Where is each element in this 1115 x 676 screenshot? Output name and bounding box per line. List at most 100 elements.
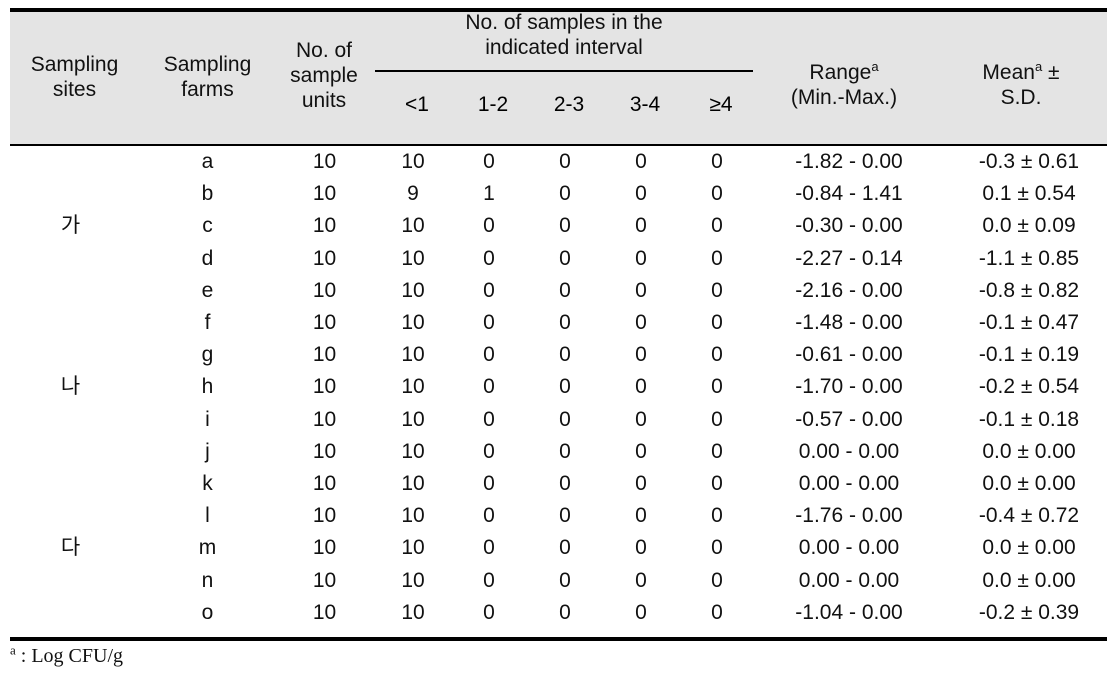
cell-sampling-site (0, 468, 141, 500)
cell-sampling-site (0, 339, 141, 371)
cell-interval-ge4: 0 (711, 343, 723, 367)
column-header-sampling-sites-line2: sites (52, 78, 97, 101)
cell-interval-3-4: 0 (635, 311, 647, 335)
cell-interval-1-2: 0 (483, 407, 495, 431)
cell-sampling-farm: m (198, 536, 217, 560)
column-header-interval-2-3: 2-3 (553, 93, 585, 116)
cell-range: -0.61 - 0.00 (795, 343, 903, 367)
cell-interval-1-2: 0 (483, 600, 495, 624)
table-footnote: a : Log CFU/g (10, 643, 124, 668)
cell-sampling-farm: g (201, 343, 214, 367)
cell-interval-3-4: 0 (635, 343, 647, 367)
column-header-sampling-farms: Sampling farms (141, 52, 274, 102)
column-header-interval-3-4: 3-4 (629, 93, 661, 116)
cell-interval-2-3: 0 (559, 246, 571, 270)
cell-interval-lt1: 10 (401, 504, 425, 528)
cell-interval-ge4: 0 (711, 311, 723, 335)
cell-mean-sd: 0.1 ± 0.54 (982, 182, 1076, 206)
cell-interval-lt1: 10 (401, 246, 425, 270)
cell-interval-lt1: 10 (401, 214, 425, 238)
cell-interval-3-4: 0 (635, 182, 647, 206)
cell-interval-3-4: 0 (635, 246, 647, 270)
column-header-interval-ge4: ≥4 (709, 93, 733, 116)
table-bottom-rule (10, 637, 1107, 641)
cell-sampling-site: 가 (60, 214, 81, 238)
cell-sample-units: 10 (312, 150, 337, 174)
cell-interval-1-2: 0 (483, 246, 495, 270)
cell-sample-units: 10 (312, 343, 337, 367)
data-table: a 10 10 0 0 0 0 -1.82 - 0.00 -0.3 ± 0.61 b 10 9 1 0 0 0… (0, 146, 1115, 629)
cell-interval-lt1: 10 (401, 439, 425, 463)
cell-range: -0.57 - 0.00 (795, 407, 903, 431)
cell-mean-sd: -0.8 ± 0.82 (978, 278, 1080, 302)
cell-range: -1.48 - 0.00 (795, 311, 903, 335)
column-header-mean-line1: Meana ± (935, 60, 1107, 85)
cell-interval-1-2: 0 (483, 311, 495, 335)
cell-sampling-farm: o (201, 600, 214, 624)
cell-sampling-site (0, 564, 141, 596)
cell-sampling-farm: j (205, 439, 210, 463)
cell-sampling-farm: l (205, 504, 210, 528)
cell-interval-2-3: 0 (559, 407, 571, 431)
column-header-interval-1-2: 1-2 (477, 93, 509, 116)
footnote-text: : Log CFU/g (15, 645, 124, 667)
column-header-interval-lt1: <1 (405, 93, 429, 116)
cell-interval-ge4: 0 (711, 375, 723, 399)
table-row: e 10 10 0 0 0 0 -2.16 - 0.00 -0.8 ± 0.82 (0, 275, 1115, 307)
column-header-mean-plusminus: ± (1048, 61, 1060, 84)
cell-interval-3-4: 0 (635, 150, 647, 174)
cell-interval-2-3: 0 (559, 343, 571, 367)
cell-sampling-farm: f (204, 311, 211, 335)
column-header-range-line1: Rangea (753, 60, 935, 85)
table-row: n 10 10 0 0 0 0 0.00 - 0.00 0.0 ± 0.00 (0, 564, 1115, 596)
cell-interval-ge4: 0 (711, 568, 723, 592)
cell-interval-2-3: 0 (559, 439, 571, 463)
table-row: b 10 9 1 0 0 0 -0.84 - 1.41 0.1 ± 0.54 (0, 178, 1115, 210)
cell-interval-3-4: 0 (635, 375, 647, 399)
cell-interval-2-3: 0 (559, 504, 571, 528)
cell-interval-lt1: 10 (401, 343, 425, 367)
column-header-sampling-sites-line1: Sampling (30, 53, 119, 76)
cell-interval-ge4: 0 (711, 182, 723, 206)
cell-interval-2-3: 0 (559, 375, 571, 399)
column-header-sample-units-line3: units (301, 89, 347, 112)
cell-sample-units: 10 (312, 439, 337, 463)
cell-interval-ge4: 0 (711, 471, 723, 495)
cell-interval-ge4: 0 (711, 407, 723, 431)
cell-interval-1-2: 0 (483, 150, 495, 174)
cell-interval-2-3: 0 (559, 600, 571, 624)
cell-sample-units: 10 (312, 375, 337, 399)
cell-interval-1-2: 0 (483, 375, 495, 399)
cell-range: -1.70 - 0.00 (795, 375, 903, 399)
cell-sampling-farm: e (201, 278, 214, 302)
cell-interval-2-3: 0 (559, 311, 571, 335)
cell-range: 0.00 - 0.00 (798, 568, 900, 592)
cell-interval-lt1: 10 (401, 536, 425, 560)
data-table-figure: Sampling sites Sampling farms No. of sam… (0, 0, 1115, 676)
table-row: 가 c 10 10 0 0 0 0 -0.30 - 0.00 0.0 ± 0.09 (0, 210, 1115, 242)
cell-sampling-farm: d (201, 246, 214, 270)
cell-range: 0.00 - 0.00 (798, 439, 900, 463)
interval-group-rule (375, 70, 753, 72)
table-row: 다 m 10 10 0 0 0 0 0.00 - 0.00 0.0 ± 0.00 (0, 532, 1115, 564)
column-header-sample-units-line1: No. of (295, 39, 353, 62)
table-row: o 10 10 0 0 0 0 -1.04 - 0.00 -0.2 ± 0.39 (0, 597, 1115, 629)
cell-mean-sd: 0.0 ± 0.00 (982, 439, 1076, 463)
column-header-sampling-farms-line1: Sampling (163, 53, 252, 76)
cell-interval-3-4: 0 (635, 504, 647, 528)
cell-interval-lt1: 10 (401, 407, 425, 431)
column-header-sample-units: No. of sample units (274, 38, 374, 113)
column-header-range-line2: (Min.-Max.) (790, 86, 898, 109)
column-header-sampling-sites: Sampling sites (8, 52, 141, 102)
cell-interval-3-4: 0 (635, 600, 647, 624)
cell-mean-sd: -0.4 ± 0.72 (978, 504, 1080, 528)
cell-interval-3-4: 0 (635, 471, 647, 495)
cell-interval-3-4: 0 (635, 278, 647, 302)
cell-sampling-site (0, 500, 141, 532)
cell-interval-2-3: 0 (559, 278, 571, 302)
cell-mean-sd: 0.0 ± 0.00 (982, 471, 1076, 495)
cell-interval-lt1: 10 (401, 600, 425, 624)
cell-interval-2-3: 0 (559, 568, 571, 592)
cell-sample-units: 10 (312, 568, 337, 592)
cell-interval-1-2: 0 (483, 439, 495, 463)
